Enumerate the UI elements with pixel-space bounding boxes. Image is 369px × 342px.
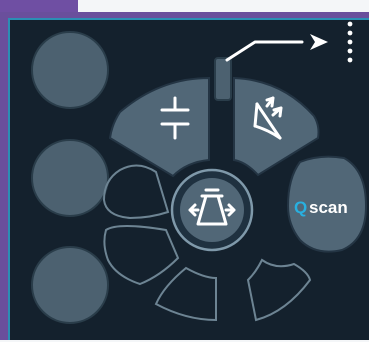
freeze-segment[interactable]	[108, 76, 210, 178]
qscan-label: scan	[309, 198, 348, 217]
control-screen: Q scan	[8, 18, 369, 340]
left-button-2[interactable]	[31, 139, 109, 217]
connector-line	[225, 40, 304, 62]
bottom-right-outline-segment[interactable]	[246, 258, 312, 322]
qscan-q-letter: Q	[294, 198, 307, 217]
left-button-1[interactable]	[31, 31, 109, 109]
left-button-3[interactable]	[31, 246, 109, 324]
control-wheel-svg: Q scan	[31, 21, 368, 324]
arrow-with-dots-icon[interactable]	[310, 21, 353, 63]
bottom-left-outline-segment[interactable]	[154, 266, 217, 322]
left-outline-segment-upper[interactable]	[102, 164, 170, 220]
top-indicator-tab[interactable]	[214, 57, 232, 101]
left-outline-segment-lower[interactable]	[103, 225, 180, 286]
